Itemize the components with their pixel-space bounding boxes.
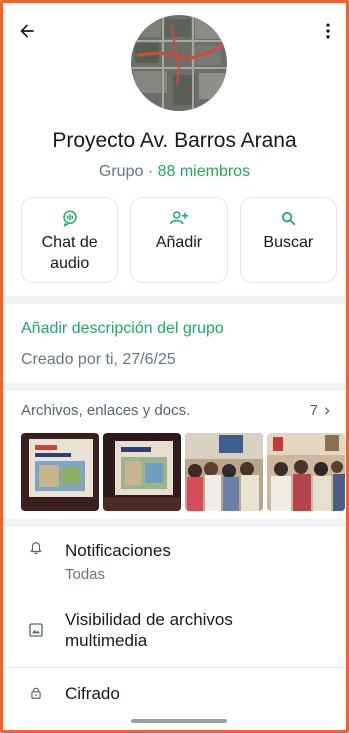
add-person-icon — [169, 208, 189, 228]
section-divider — [3, 383, 346, 391]
section-divider — [3, 296, 346, 304]
group-meta: Grupo · 88 miembros — [3, 163, 346, 181]
add-member-button[interactable]: Añadir — [130, 197, 228, 283]
home-indicator[interactable] — [131, 719, 227, 723]
search-icon — [278, 208, 298, 228]
encryption-title: Cifrado — [65, 684, 120, 703]
media-visibility-row[interactable]: Visibilidad de archivos multimedia — [3, 603, 346, 659]
members-link[interactable]: 88 miembros — [158, 163, 250, 180]
arrow-left-icon — [20, 24, 34, 38]
image-icon — [27, 621, 45, 639]
search-button[interactable]: Buscar — [239, 197, 337, 283]
files-count: 7 — [309, 402, 318, 419]
files-section-title[interactable]: Archivos, enlaces y docs. — [21, 402, 190, 419]
notifications-subtitle: Todas — [65, 566, 106, 583]
more-vertical-icon — [326, 23, 330, 39]
encryption-row[interactable]: Cifrado — [3, 679, 346, 719]
back-button[interactable] — [15, 19, 39, 43]
media-thumbnail[interactable] — [267, 433, 345, 511]
meta-separator: · — [143, 163, 158, 180]
add-member-label: Añadir — [155, 234, 203, 251]
chevron-right-icon — [324, 406, 330, 415]
media-thumbnail[interactable] — [103, 433, 181, 511]
group-name[interactable]: Proyecto Av. Barros Arana — [3, 129, 346, 153]
group-info-screen: Proyecto Av. Barros Arana Grupo · 88 mie… — [3, 3, 346, 730]
group-avatar[interactable] — [131, 15, 227, 111]
aerial-map-image — [131, 15, 227, 111]
more-options-button[interactable] — [316, 19, 340, 43]
action-buttons: Chat de audio Añadir Buscar — [21, 197, 337, 283]
media-thumbnail[interactable] — [21, 433, 99, 511]
group-type: Grupo — [98, 163, 144, 180]
media-thumbnails — [21, 433, 345, 513]
section-divider — [3, 519, 346, 527]
bell-icon — [27, 539, 45, 557]
created-info: Creado por ti, 27/6/25 — [21, 351, 176, 368]
notifications-row[interactable]: Notificaciones Todas — [3, 533, 346, 589]
notifications-title: Notificaciones — [65, 541, 171, 560]
add-description-link[interactable]: Añadir descripción del grupo — [21, 320, 224, 338]
audio-chat-label: Chat de audio — [41, 234, 98, 272]
media-visibility-title: Visibilidad de archivos multimedia — [65, 610, 233, 650]
search-label: Buscar — [263, 234, 314, 251]
media-thumbnail[interactable] — [185, 433, 263, 511]
audio-chat-icon — [60, 208, 80, 228]
audio-chat-button[interactable]: Chat de audio — [21, 197, 119, 283]
lock-icon — [27, 684, 45, 702]
section-divider — [3, 667, 346, 668]
files-count-link[interactable]: 7 — [310, 402, 332, 419]
